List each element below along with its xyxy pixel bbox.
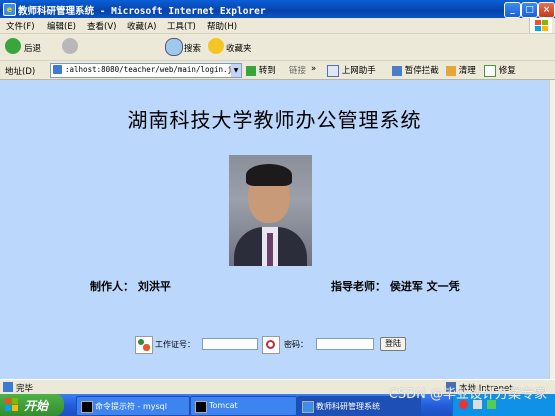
login-button[interactable]: 登陆	[380, 337, 406, 351]
page-icon	[53, 65, 62, 74]
status-text: 完毕	[16, 384, 34, 394]
ie-app-icon: e	[3, 3, 16, 16]
forward-button[interactable]	[62, 38, 86, 56]
title-bar: e 教师科研管理系统 - Microsoft Internet Explorer…	[0, 0, 555, 18]
user-icon	[135, 336, 153, 354]
search-button[interactable]: 搜索	[165, 38, 203, 56]
password-input[interactable]	[316, 338, 374, 350]
window-title: 教师科研管理系统 - Microsoft Internet Explorer	[18, 6, 266, 17]
page-title: 湖南科技大学教师办公管理系统	[127, 108, 422, 132]
repair-icon	[484, 64, 496, 77]
author-photo	[229, 155, 312, 266]
address-url: :alhost:8080/teacher/web/main/login.jsp	[65, 65, 242, 74]
id-label: 工作证号：	[155, 340, 195, 349]
assistant-icon	[327, 64, 339, 77]
star-icon	[208, 38, 224, 54]
chevron-down-icon[interactable]: ▼	[231, 64, 241, 77]
ie-icon	[302, 401, 314, 413]
search-icon	[165, 38, 183, 56]
watermark: CSDN @毕业设计方案专家	[388, 387, 547, 402]
toolbar: 后退 × 搜索 收藏夹 W	[0, 34, 555, 88]
maximize-button[interactable]: □	[521, 2, 538, 18]
minimize-button[interactable]: _	[504, 2, 521, 18]
vertical-scrollbar[interactable]	[549, 80, 555, 379]
clean-button[interactable]: 清理	[446, 64, 476, 76]
back-button[interactable]: 后退	[5, 38, 55, 56]
favorites-button[interactable]: 收藏夹	[208, 38, 256, 56]
menu-favorites[interactable]: 收藏(A)	[127, 20, 156, 32]
menu-edit[interactable]: 编辑(E)	[47, 20, 76, 32]
task-cmd[interactable]: 命令提示符 - mysql	[76, 396, 190, 416]
windows-flag-icon	[5, 398, 19, 412]
address-label: 地址(D)	[5, 67, 36, 77]
menu-file[interactable]: 文件(F)	[6, 20, 35, 32]
links-label[interactable]: 链接	[289, 64, 306, 76]
address-bar: 地址(D) :alhost:8080/teacher/web/main/logi…	[0, 61, 555, 80]
block-popups-button[interactable]: 暂停拦截	[392, 64, 439, 76]
go-arrow-icon	[246, 65, 256, 76]
task-tomcat[interactable]: Tomcat	[190, 396, 297, 416]
cmd-icon	[81, 401, 93, 413]
start-button[interactable]: 开始	[0, 394, 64, 416]
key-icon	[262, 336, 280, 354]
block-icon	[392, 65, 402, 76]
login-form: 工作证号： 密码： 登陆	[0, 336, 549, 354]
password-label: 密码：	[284, 340, 308, 349]
advisor-label: 指导老师： 侯进军 文一凭	[331, 280, 460, 293]
menu-view[interactable]: 查看(V)	[87, 20, 116, 32]
online-assistant-button[interactable]: 上网助手	[327, 64, 376, 77]
broom-icon	[446, 65, 456, 76]
page-done-icon	[3, 382, 13, 392]
menu-bar: 文件(F) 编辑(E) 查看(V) 收藏(A) 工具(T) 帮助(H)	[0, 18, 555, 34]
address-input[interactable]: :alhost:8080/teacher/web/main/login.jsp …	[50, 63, 242, 78]
cmd-icon	[195, 401, 207, 413]
menu-help[interactable]: 帮助(H)	[207, 20, 237, 32]
author-label: 制作人： 刘洪平	[90, 280, 171, 293]
close-button[interactable]: ×	[538, 2, 555, 18]
go-button[interactable]: 转到	[246, 64, 276, 76]
page-content: 湖南科技大学教师办公管理系统 制作人： 刘洪平 指导老师： 侯进军 文一凭 工作…	[0, 80, 549, 379]
back-arrow-icon	[5, 38, 21, 54]
repair-button[interactable]: 修复	[484, 64, 516, 77]
forward-arrow-icon	[62, 38, 78, 54]
windows-logo-icon	[529, 18, 552, 33]
menu-tools[interactable]: 工具(T)	[167, 20, 196, 32]
id-input[interactable]	[202, 338, 258, 350]
chevron-right-icon[interactable]: »	[311, 64, 316, 74]
